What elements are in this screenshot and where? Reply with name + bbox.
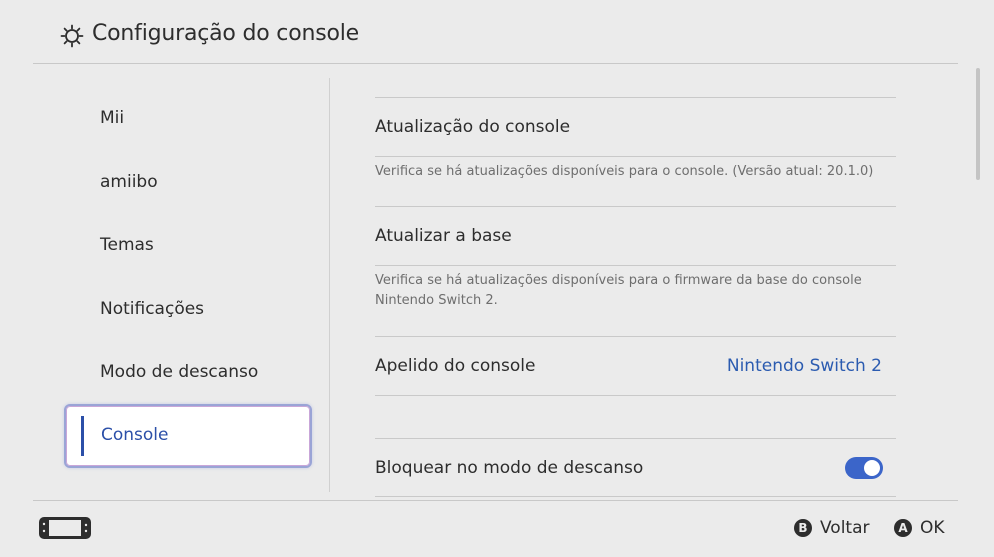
sidebar-divider	[329, 78, 330, 492]
row-divider	[375, 156, 896, 157]
settings-panel: Atualização do console Verifica se há at…	[360, 64, 900, 500]
page-header: Configuração do console	[0, 0, 994, 64]
console-nickname-value: Nintendo Switch 2	[726, 356, 882, 376]
console-nickname-button[interactable]: Apelido do console	[375, 356, 535, 376]
update-dock-description: Verifica se há atualizações disponíveis …	[375, 273, 862, 308]
row-divider	[375, 438, 896, 439]
sidebar-item-console[interactable]: Console	[64, 404, 312, 468]
ok-label: OK	[920, 518, 945, 538]
console-icon	[39, 517, 91, 539]
sidebar-item-amiibo[interactable]: amiibo	[100, 172, 158, 192]
ok-button[interactable]: A OK	[894, 518, 945, 538]
toggle-knob	[864, 460, 880, 476]
scrollbar[interactable]	[976, 68, 980, 180]
update-dock-button[interactable]: Atualizar a base	[375, 226, 512, 246]
page-title: Configuração do console	[92, 21, 359, 46]
row-divider	[375, 496, 896, 497]
row-divider	[375, 265, 896, 266]
sleep-lock-toggle[interactable]	[845, 457, 883, 479]
row-divider	[375, 97, 896, 98]
sidebar-item-notifications[interactable]: Notificações	[100, 299, 204, 319]
selection-indicator	[81, 416, 84, 456]
update-console-button[interactable]: Atualização do console	[375, 117, 570, 137]
gear-icon	[60, 24, 84, 48]
sidebar: Mii amiibo Temas Notificações Modo de de…	[0, 64, 330, 500]
sidebar-item-mii[interactable]: Mii	[100, 108, 124, 128]
sidebar-item-label: Console	[101, 425, 169, 445]
row-divider	[375, 395, 896, 396]
footer-divider	[33, 500, 958, 501]
a-button-icon: A	[894, 519, 912, 537]
back-label: Voltar	[820, 518, 870, 538]
back-button[interactable]: B Voltar	[794, 518, 870, 538]
sleep-lock-label: Bloquear no modo de descanso	[375, 458, 644, 478]
b-button-icon: B	[794, 519, 812, 537]
row-divider	[375, 206, 896, 207]
update-console-description: Verifica se há atualizações disponíveis …	[375, 164, 874, 179]
sidebar-item-themes[interactable]: Temas	[100, 235, 154, 255]
sidebar-item-sleep-mode[interactable]: Modo de descanso	[100, 362, 258, 382]
row-divider	[375, 336, 896, 337]
